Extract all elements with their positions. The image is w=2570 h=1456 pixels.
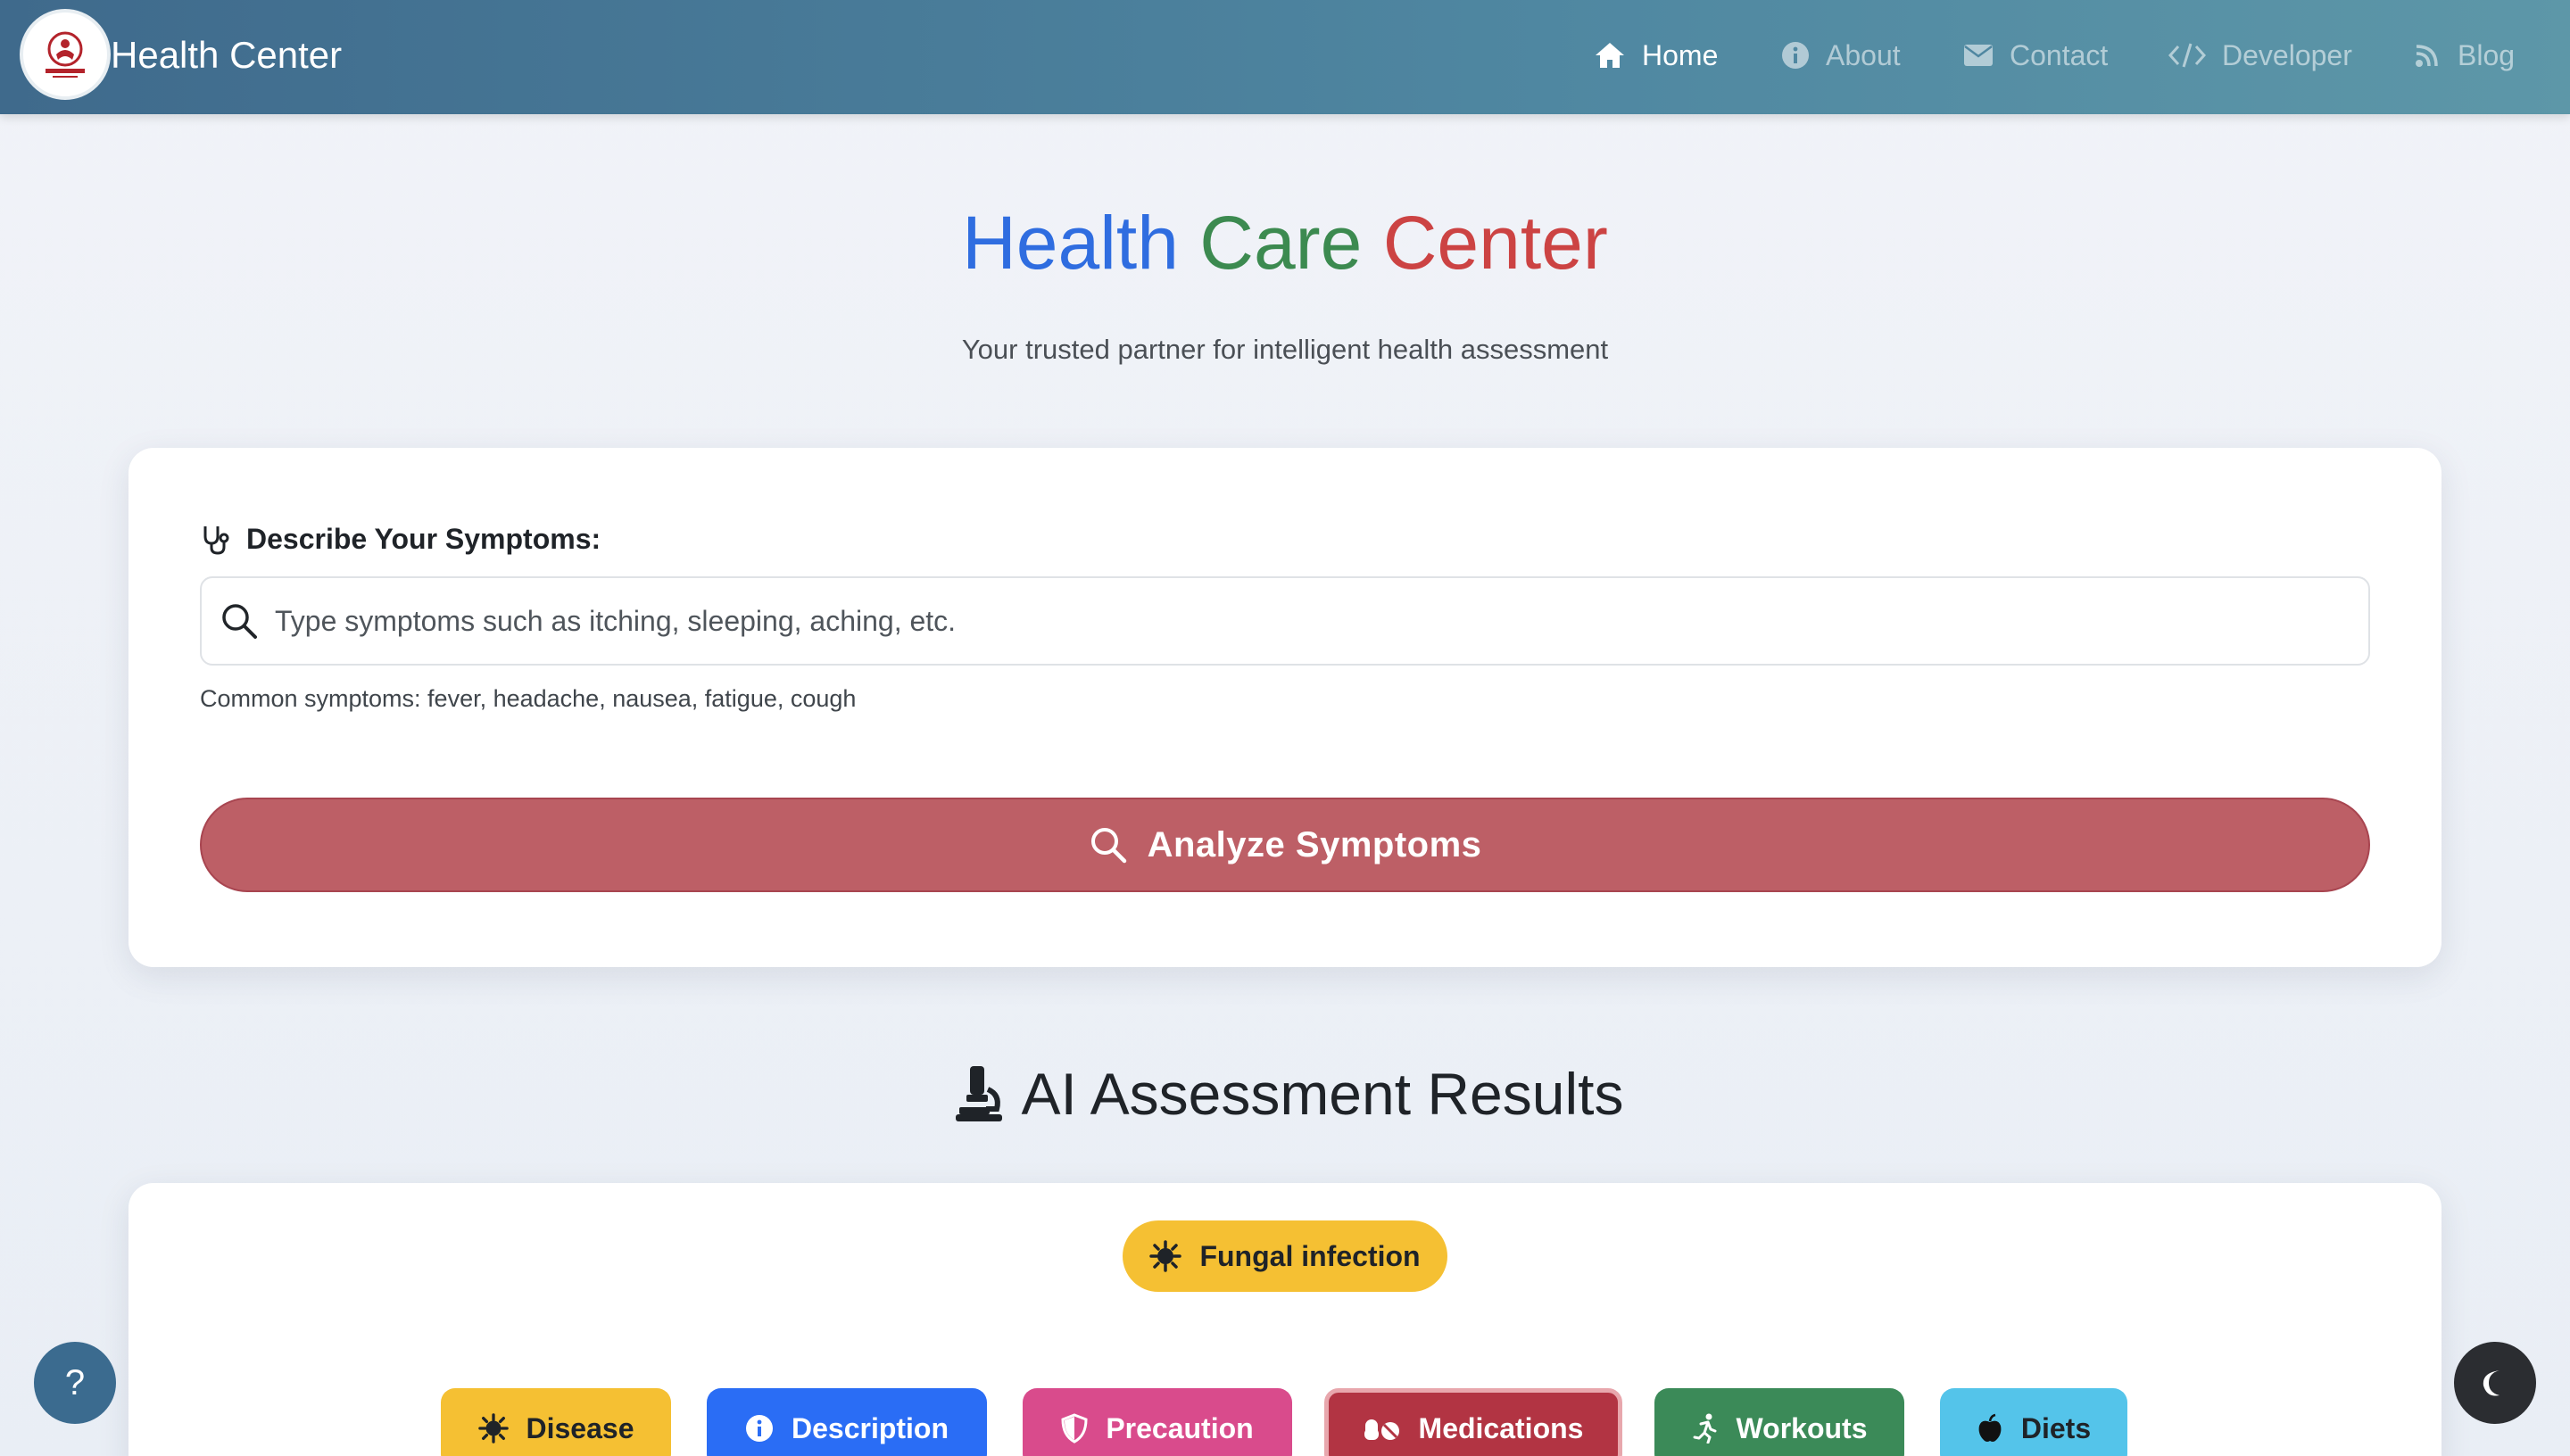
help-button-label: ?: [64, 1362, 86, 1402]
symptom-search-box[interactable]: [200, 576, 2370, 666]
symptoms-label-text: Describe Your Symptoms:: [246, 523, 601, 555]
common-symptoms-hint: Common symptoms: fever, headache, nausea…: [200, 685, 857, 712]
tab-description[interactable]: Description: [707, 1388, 987, 1456]
tab-precaution[interactable]: Precaution: [1023, 1388, 1292, 1456]
page-subtitle: Your trusted partner for intelligent hea…: [961, 334, 1609, 365]
tab-diets[interactable]: Diets: [1940, 1388, 2127, 1456]
nav-blog-label: Blog: [2458, 38, 2516, 71]
symptom-input[interactable]: [275, 604, 2368, 638]
blog-icon: [2416, 45, 2438, 67]
virus-icon: [477, 1413, 509, 1444]
nav-about-label: About: [1826, 38, 1901, 71]
nav-about[interactable]: About: [1781, 32, 1901, 79]
analyze-symptoms-button[interactable]: Analyze Symptoms: [200, 798, 2370, 892]
microscope-icon: [955, 1066, 1002, 1121]
nav-developer[interactable]: Developer: [2168, 32, 2352, 79]
home-icon: [1596, 43, 1624, 68]
nav-developer-label: Developer: [2222, 38, 2352, 71]
tab-medications[interactable]: Medications: [1324, 1388, 1622, 1456]
symptoms-label: Describe Your Symptoms:: [200, 523, 601, 556]
nav-contact-label: Contact: [2010, 38, 2109, 71]
nav-contact[interactable]: Contact: [1963, 32, 2108, 79]
tab-disease-label: Disease: [526, 1411, 634, 1444]
nav-blog[interactable]: Blog: [2413, 32, 2515, 79]
tab-diets-label: Diets: [2020, 1411, 2092, 1444]
tab-medications-label: Medications: [1418, 1411, 1584, 1444]
apple-icon: [1978, 1413, 2002, 1442]
pills-icon: [1364, 1419, 1399, 1440]
results-title: AI Assessment Results: [0, 1058, 2570, 1129]
title-part-health: Health: [962, 201, 1179, 285]
dark-mode-toggle[interactable]: [2454, 1342, 2536, 1424]
envelope-icon: [1964, 45, 1993, 66]
brand-name[interactable]: Health Center: [111, 32, 342, 79]
symptom-form-card: Describe Your Symptoms: Common symptoms:…: [128, 448, 2442, 967]
nav-home-label: Home: [1642, 38, 1719, 71]
code-icon: [2168, 43, 2206, 68]
moon-icon: [2483, 1370, 2500, 1396]
page-title: Health Care Center: [0, 198, 2570, 287]
running-icon: [1693, 1413, 1717, 1444]
disease-name: Fungal infection: [1199, 1239, 1421, 1272]
tab-description-label: Description: [791, 1411, 949, 1444]
brand-logo[interactable]: [20, 9, 111, 100]
disease-badge: Fungal infection: [1123, 1220, 1447, 1292]
results-title-text: AI Assessment Results: [1021, 1061, 1624, 1127]
analyze-button-label: Analyze Symptoms: [1147, 824, 1482, 864]
info-icon: [1782, 42, 1809, 69]
virus-icon: [1149, 1240, 1182, 1272]
shield-icon: [1061, 1413, 1088, 1444]
title-part-care: Care: [1199, 201, 1363, 285]
search-icon: [1090, 828, 1126, 864]
title-part-center: Center: [1382, 201, 1608, 285]
info-icon: [745, 1415, 773, 1442]
help-button[interactable]: ?: [34, 1342, 116, 1424]
stethoscope-icon: [203, 525, 229, 555]
search-icon: [222, 604, 257, 639]
tab-precaution-label: Precaution: [1106, 1411, 1254, 1444]
tab-disease[interactable]: Disease: [441, 1388, 671, 1456]
nav-home[interactable]: Home: [1594, 32, 1718, 79]
tab-workouts[interactable]: Workouts: [1654, 1388, 1904, 1456]
navbar: Health Center Home About Contact Develop…: [0, 0, 2570, 114]
tab-workouts-label: Workouts: [1736, 1411, 1868, 1444]
